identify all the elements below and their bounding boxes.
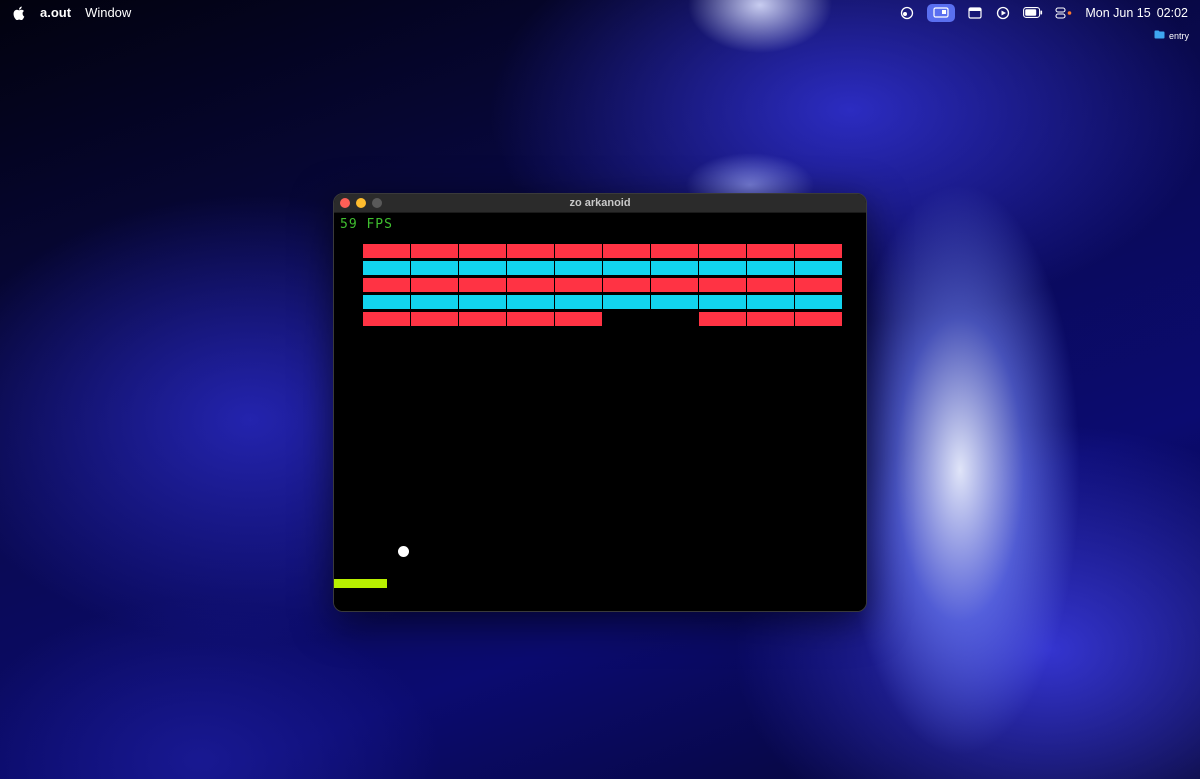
- brick-r3-c7: [651, 278, 698, 292]
- brick-r5-c5: [555, 312, 602, 326]
- brick-r1-c4: [507, 244, 554, 258]
- brick-r4-c5: [555, 295, 602, 309]
- brick-r3-c5: [555, 278, 602, 292]
- traffic-lights: [340, 198, 382, 208]
- brick-r1-c7: [651, 244, 698, 258]
- brick-r5-c8: [699, 312, 746, 326]
- display-pill-icon[interactable]: [927, 3, 956, 22]
- clock-time: 02:02: [1156, 5, 1188, 20]
- brick-r5-c3: [459, 312, 506, 326]
- fps-counter: 59 FPS: [340, 217, 393, 232]
- game-canvas[interactable]: 59 FPS: [334, 213, 866, 611]
- brick-r4-c7: [651, 295, 698, 309]
- folder-icon: [1154, 30, 1165, 41]
- screen-share-icon[interactable]: [899, 5, 915, 21]
- brick-r2-c3: [459, 261, 506, 275]
- brick-r3-c10: [795, 278, 842, 292]
- brick-r3-c4: [507, 278, 554, 292]
- brick-r1-c8: [699, 244, 746, 258]
- brick-r3-c6: [603, 278, 650, 292]
- apple-menu-icon[interactable]: [12, 5, 26, 21]
- battery-icon[interactable]: [1023, 5, 1043, 21]
- brick-r2-c10: [795, 261, 842, 275]
- brick-r4-c3: [459, 295, 506, 309]
- brick-r2-c4: [507, 261, 554, 275]
- brick-r1-c5: [555, 244, 602, 258]
- desktop-item-label: entry: [1169, 30, 1190, 41]
- brick-r5-c10: [795, 312, 842, 326]
- brick-r1-c2: [411, 244, 458, 258]
- brick-r1-c10: [795, 244, 842, 258]
- brick-r1-c3: [459, 244, 506, 258]
- brick-r4-c4: [507, 295, 554, 309]
- brick-r3-c8: [699, 278, 746, 292]
- brick-r3-c1: [363, 278, 410, 292]
- window-icon[interactable]: [967, 5, 983, 21]
- menu-bar: a.out Window Mon Jun 15 02:02: [0, 0, 1200, 25]
- window-title: zo arkanoid: [569, 197, 631, 209]
- close-button[interactable]: [340, 198, 350, 208]
- ball: [398, 546, 409, 557]
- brick-r2-c2: [411, 261, 458, 275]
- maximize-button[interactable]: [372, 198, 382, 208]
- brick-r5-c4: [507, 312, 554, 326]
- menu-window[interactable]: Window: [85, 5, 131, 20]
- brick-r4-c2: [411, 295, 458, 309]
- play-icon[interactable]: [995, 5, 1011, 21]
- brick-r2-c8: [699, 261, 746, 275]
- control-center-icon[interactable]: [1055, 5, 1073, 21]
- game-window: zo arkanoid 59 FPS: [333, 193, 867, 612]
- brick-r2-c5: [555, 261, 602, 275]
- brick-r3-c3: [459, 278, 506, 292]
- window-titlebar[interactable]: zo arkanoid: [334, 194, 866, 213]
- desktop-item-entry[interactable]: entry: [1154, 30, 1189, 41]
- app-name-menu[interactable]: a.out: [40, 5, 71, 20]
- brick-r4-c10: [795, 295, 842, 309]
- brick-r4-c1: [363, 295, 410, 309]
- brick-r3-c9: [747, 278, 794, 292]
- brick-r4-c6: [603, 295, 650, 309]
- clock-date: Mon Jun 15: [1085, 5, 1151, 20]
- brick-r2-c6: [603, 261, 650, 275]
- brick-r4-c8: [699, 295, 746, 309]
- minimize-button[interactable]: [356, 198, 366, 208]
- brick-r5-c9: [747, 312, 794, 326]
- menubar-clock[interactable]: Mon Jun 15 02:02: [1085, 6, 1188, 20]
- brick-r2-c1: [363, 261, 410, 275]
- brick-r2-c9: [747, 261, 794, 275]
- brick-r1-c1: [363, 244, 410, 258]
- brick-r5-c2: [411, 312, 458, 326]
- brick-r1-c9: [747, 244, 794, 258]
- paddle[interactable]: [334, 579, 387, 588]
- brick-r4-c9: [747, 295, 794, 309]
- brick-r5-c1: [363, 312, 410, 326]
- brick-r1-c6: [603, 244, 650, 258]
- brick-r2-c7: [651, 261, 698, 275]
- brick-r3-c2: [411, 278, 458, 292]
